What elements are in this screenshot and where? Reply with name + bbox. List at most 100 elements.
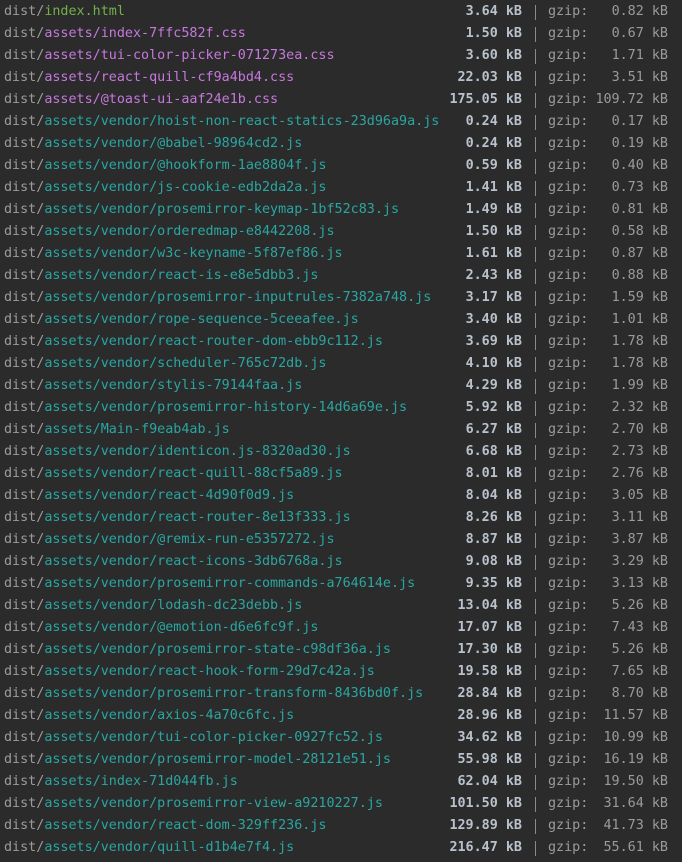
- file-size: 1.41 kB: [465, 180, 522, 195]
- gzip-size: 7.65 kB: [611, 664, 668, 679]
- gzip-label: gzip:: [548, 312, 589, 327]
- file-path: dist/assets/vendor/@remix-run-e5357272.j…: [4, 529, 335, 551]
- file-name: assets/vendor/react-4d90f0d9.js: [44, 488, 295, 503]
- build-output-row: dist/assets/vendor/orderedmap-e8442208.j…: [0, 221, 682, 243]
- file-path: dist/assets/vendor/js-cookie-edb2da2a.js: [4, 177, 326, 199]
- gzip-label: gzip:: [548, 158, 589, 173]
- gzip-label: gzip:: [548, 752, 589, 767]
- gzip-size: 109.72 kB: [595, 92, 668, 107]
- gzip-label: gzip:: [548, 620, 589, 635]
- build-output-row: dist/assets/vendor/react-is-e8e5dbb3.js 2…: [0, 265, 682, 287]
- dist-prefix: dist/: [4, 4, 45, 19]
- file-path: dist/assets/vendor/prosemirror-transform…: [4, 683, 423, 705]
- file-name: assets/tui-color-picker-071273ea.css: [44, 48, 335, 63]
- file-name: assets/vendor/identicon.js-8320ad30.js: [44, 444, 351, 459]
- file-size: 28.96 kB: [457, 708, 523, 723]
- column-separator: [535, 137, 536, 152]
- file-size: 6.68 kB: [465, 444, 522, 459]
- build-output-row: dist/assets/vendor/js-cookie-edb2da2a.js…: [0, 177, 682, 199]
- gzip-label: gzip:: [548, 290, 589, 305]
- dist-prefix: dist/: [4, 268, 45, 283]
- gzip-label: gzip:: [548, 642, 589, 657]
- column-separator: [535, 115, 536, 130]
- file-size: 3.64 kB: [465, 4, 522, 19]
- build-output-row: dist/assets/vendor/stylis-79144faa.js 4.2…: [0, 375, 682, 397]
- file-size: 19.58 kB: [457, 664, 523, 679]
- gzip-label: gzip:: [548, 488, 589, 503]
- gzip-label: gzip:: [548, 774, 589, 789]
- gzip-size: 0.82 kB: [611, 4, 668, 19]
- gzip-size: 1.78 kB: [611, 334, 668, 349]
- gzip-size: 55.61 kB: [603, 840, 669, 855]
- dist-prefix: dist/: [4, 510, 45, 525]
- build-output-row: dist/assets/vendor/prosemirror-transform…: [0, 683, 682, 705]
- file-path: dist/assets/index-71d044fb.js: [4, 771, 238, 793]
- file-size: 17.07 kB: [457, 620, 523, 635]
- file-size: 8.87 kB: [465, 532, 522, 547]
- gzip-size: 31.64 kB: [603, 796, 669, 811]
- file-name: assets/vendor/js-cookie-edb2da2a.js: [44, 180, 327, 195]
- file-path: dist/assets/vendor/@babel-98964cd2.js: [4, 133, 302, 155]
- gzip-label: gzip:: [548, 840, 589, 855]
- build-output-row: dist/assets/vendor/@babel-98964cd2.js 0.2…: [0, 133, 682, 155]
- file-path: dist/assets/vendor/react-icons-3db6768a.…: [4, 551, 343, 573]
- file-size: 8.26 kB: [465, 510, 522, 525]
- file-size: 9.35 kB: [465, 576, 522, 591]
- file-path: dist/assets/vendor/prosemirror-state-c98…: [4, 639, 391, 661]
- build-output-row: dist/assets/index-71d044fb.js 62.04 kB gzi…: [0, 771, 682, 793]
- gzip-label: gzip:: [548, 686, 589, 701]
- gzip-size: 0.88 kB: [611, 268, 668, 283]
- file-path: dist/assets/vendor/w3c-keyname-5f87ef86.…: [4, 243, 343, 265]
- column-separator: [535, 599, 536, 614]
- file-name: assets/vendor/react-router-8e13f333.js: [44, 510, 351, 525]
- file-size: 3.17 kB: [465, 290, 522, 305]
- file-size: 13.04 kB: [457, 598, 523, 613]
- file-path: dist/index.html: [4, 1, 125, 23]
- file-path: dist/assets/vendor/rope-sequence-5ceeafe…: [4, 309, 359, 331]
- file-path: dist/assets/@toast-ui-aaf24e1b.css: [4, 89, 278, 111]
- dist-prefix: dist/: [4, 70, 45, 85]
- file-size: 129.89 kB: [449, 818, 522, 833]
- gzip-size: 7.43 kB: [611, 620, 668, 635]
- dist-prefix: dist/: [4, 554, 45, 569]
- column-separator: [535, 621, 536, 636]
- file-size: 3.69 kB: [465, 334, 522, 349]
- file-name: assets/vendor/orderedmap-e8442208.js: [44, 224, 335, 239]
- dist-prefix: dist/: [4, 312, 45, 327]
- build-output-row: dist/assets/vendor/tui-color-picker-0927…: [0, 727, 682, 749]
- file-name: assets/vendor/react-router-dom-ebb9c112.…: [44, 334, 383, 349]
- gzip-label: gzip:: [548, 180, 589, 195]
- gzip-label: gzip:: [548, 444, 589, 459]
- file-path: dist/assets/vendor/react-dom-329ff236.js: [4, 815, 326, 837]
- column-separator: [535, 203, 536, 218]
- file-name: assets/vendor/axios-4a70c6fc.js: [44, 708, 295, 723]
- file-size: 1.61 kB: [465, 246, 522, 261]
- gzip-size: 1.99 kB: [611, 378, 668, 393]
- build-output-row: dist/assets/vendor/prosemirror-commands-…: [0, 573, 682, 595]
- gzip-size: 1.01 kB: [611, 312, 668, 327]
- file-path: dist/assets/vendor/@hookform-1ae8804f.js: [4, 155, 326, 177]
- gzip-size: 1.71 kB: [611, 48, 668, 63]
- dist-prefix: dist/: [4, 444, 45, 459]
- gzip-label: gzip:: [548, 4, 589, 19]
- column-separator: [535, 643, 536, 658]
- dist-prefix: dist/: [4, 532, 45, 547]
- file-name: assets/vendor/prosemirror-commands-a7646…: [44, 576, 416, 591]
- dist-prefix: dist/: [4, 224, 45, 239]
- gzip-size: 1.59 kB: [611, 290, 668, 305]
- column-separator: [535, 401, 536, 416]
- file-name: assets/vendor/rope-sequence-5ceeafee.js: [44, 312, 359, 327]
- file-path: dist/assets/vendor/@emotion-d6e6fc9f.js: [4, 617, 318, 639]
- gzip-label: gzip:: [548, 532, 589, 547]
- gzip-size: 0.67 kB: [611, 26, 668, 41]
- file-name: assets/vendor/scheduler-765c72db.js: [44, 356, 327, 371]
- build-output-row: dist/assets/vendor/scheduler-765c72db.js…: [0, 353, 682, 375]
- dist-prefix: dist/: [4, 290, 45, 305]
- file-name: assets/@toast-ui-aaf24e1b.css: [44, 92, 279, 107]
- column-separator: [535, 291, 536, 306]
- dist-prefix: dist/: [4, 466, 45, 481]
- build-output-row: dist/assets/vendor/react-quill-88cf5a89.…: [0, 463, 682, 485]
- column-separator: [535, 5, 536, 20]
- dist-prefix: dist/: [4, 92, 45, 107]
- gzip-size: 8.70 kB: [611, 686, 668, 701]
